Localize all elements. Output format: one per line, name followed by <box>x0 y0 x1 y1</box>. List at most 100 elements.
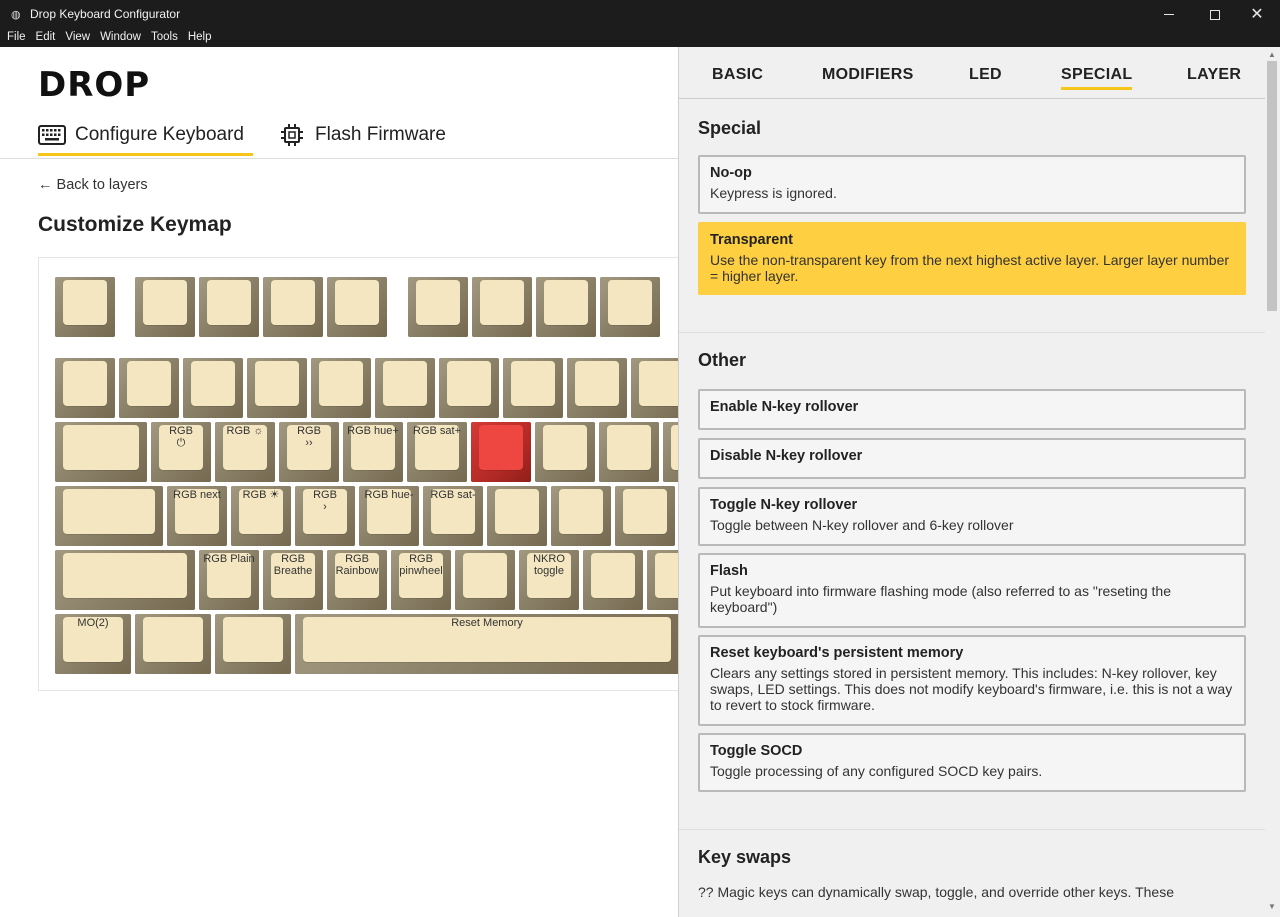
key-label: RGB ☀ <box>242 489 280 501</box>
card-title: Enable N-key rollover <box>710 399 859 415</box>
key[interactable] <box>647 550 678 610</box>
menu-tools[interactable]: Tools <box>151 29 178 47</box>
keycode-card-noop[interactable]: No-op Keypress is ignored. <box>698 155 1246 214</box>
key[interactable]: RGB › <box>295 486 355 546</box>
key[interactable] <box>503 358 563 418</box>
key[interactable] <box>551 486 611 546</box>
key[interactable]: RGB pinwheel <box>391 550 451 610</box>
keycode-card-transparent[interactable]: Transparent Use the non-transparent key … <box>698 222 1246 295</box>
card-title: Reset keyboard's persistent memory <box>710 645 964 661</box>
menu-file[interactable]: File <box>7 29 26 47</box>
key[interactable] <box>55 550 195 610</box>
key[interactable]: RGB sat+ <box>407 422 467 482</box>
key[interactable] <box>311 358 371 418</box>
menu-help[interactable]: Help <box>188 29 212 47</box>
key[interactable] <box>183 358 243 418</box>
menu-view[interactable]: View <box>65 29 90 47</box>
keycap <box>671 425 678 470</box>
tab-configure-keyboard[interactable]: Configure Keyboard <box>38 118 253 156</box>
key[interactable] <box>487 486 547 546</box>
key[interactable]: RGB sat- <box>423 486 483 546</box>
key-label: RGB Rainbow <box>335 553 379 577</box>
key[interactable]: RGB ☀ <box>231 486 291 546</box>
key[interactable] <box>327 277 387 337</box>
menu-edit[interactable]: Edit <box>36 29 56 47</box>
key[interactable] <box>55 358 115 418</box>
main-nav-tabs: Configure Keyboard Flash Firmware <box>38 118 480 156</box>
title-bar: ◍ Drop Keyboard Configurator ✕ <box>0 0 1280 29</box>
tab-led[interactable]: LED <box>969 66 1002 84</box>
keycap <box>191 361 235 406</box>
section-title-key-swaps: Key swaps <box>698 847 792 867</box>
card-description: Clears any settings stored in persistent… <box>710 665 1233 713</box>
key[interactable]: NKRO toggle <box>519 550 579 610</box>
section-title-special: Special <box>698 118 762 138</box>
tab-special[interactable]: SPECIAL <box>1061 66 1133 90</box>
key[interactable] <box>599 422 659 482</box>
key[interactable] <box>663 422 678 482</box>
key[interactable] <box>439 358 499 418</box>
key[interactable] <box>55 277 115 337</box>
key[interactable]: Reset Memory <box>295 614 678 674</box>
scroll-up-icon[interactable]: ▲ <box>1268 50 1276 59</box>
tab-layer[interactable]: LAYER <box>1187 66 1241 84</box>
key[interactable] <box>135 614 211 674</box>
minimize-icon <box>1164 14 1174 15</box>
key[interactable]: MO(2) <box>55 614 131 674</box>
key[interactable] <box>375 358 435 418</box>
tab-flash-firmware[interactable]: Flash Firmware <box>278 118 446 152</box>
key[interactable] <box>215 614 291 674</box>
key-selected[interactable] <box>471 422 531 482</box>
close-button[interactable]: ✕ <box>1234 0 1280 29</box>
key[interactable] <box>55 422 147 482</box>
key[interactable] <box>536 277 596 337</box>
key[interactable] <box>55 486 163 546</box>
keycode-card-disable-nkro[interactable]: Disable N-key rollover <box>698 438 1246 479</box>
key[interactable] <box>263 277 323 337</box>
section-divider <box>679 829 1265 830</box>
key[interactable] <box>199 277 259 337</box>
key[interactable] <box>455 550 515 610</box>
key[interactable]: RGB ›› <box>279 422 339 482</box>
key[interactable]: RGB Breathe <box>263 550 323 610</box>
key[interactable]: RGB ⏻ <box>151 422 211 482</box>
key[interactable] <box>247 358 307 418</box>
key[interactable] <box>472 277 532 337</box>
key[interactable]: RGB ☼ <box>215 422 275 482</box>
key[interactable] <box>583 550 643 610</box>
key-label: MO(2) <box>77 617 109 629</box>
key[interactable] <box>135 277 195 337</box>
section-title-other: Other <box>698 350 747 370</box>
keycode-card-enable-nkro[interactable]: Enable N-key rollover <box>698 389 1246 430</box>
key[interactable] <box>408 277 468 337</box>
key[interactable] <box>535 422 595 482</box>
keycap <box>143 617 203 662</box>
minimize-button[interactable] <box>1146 0 1192 29</box>
tab-modifiers[interactable]: MODIFIERS <box>822 66 914 84</box>
keycap <box>383 361 427 406</box>
scrollbar-thumb[interactable] <box>1267 61 1277 311</box>
key[interactable] <box>567 358 627 418</box>
keycode-card-toggle-socd[interactable]: Toggle SOCD Toggle processing of any con… <box>698 733 1246 792</box>
key[interactable] <box>119 358 179 418</box>
key[interactable]: RGB next <box>167 486 227 546</box>
key-label: Reset Memory <box>451 617 523 629</box>
drop-logo: DROP <box>38 65 151 105</box>
menu-window[interactable]: Window <box>100 29 141 47</box>
back-to-layers-link[interactable]: ← Back to layers <box>38 177 148 193</box>
keycode-card-flash[interactable]: Flash Put keyboard into firmware flashin… <box>698 553 1246 628</box>
tab-basic[interactable]: BASIC <box>712 66 763 84</box>
keycode-card-toggle-nkro[interactable]: Toggle N-key rollover Toggle between N-k… <box>698 487 1246 546</box>
nav-divider <box>0 158 678 159</box>
key[interactable]: RGB Rainbow <box>327 550 387 610</box>
key[interactable]: RGB hue- <box>359 486 419 546</box>
key[interactable]: RGB hue+ <box>343 422 403 482</box>
keycap <box>63 425 139 470</box>
key[interactable] <box>631 358 678 418</box>
key[interactable] <box>600 277 660 337</box>
maximize-button[interactable] <box>1192 0 1238 29</box>
keycode-card-reset-memory[interactable]: Reset keyboard's persistent memory Clear… <box>698 635 1246 726</box>
scroll-down-icon[interactable]: ▼ <box>1268 902 1276 911</box>
key[interactable] <box>615 486 675 546</box>
key[interactable]: RGB Plain <box>199 550 259 610</box>
